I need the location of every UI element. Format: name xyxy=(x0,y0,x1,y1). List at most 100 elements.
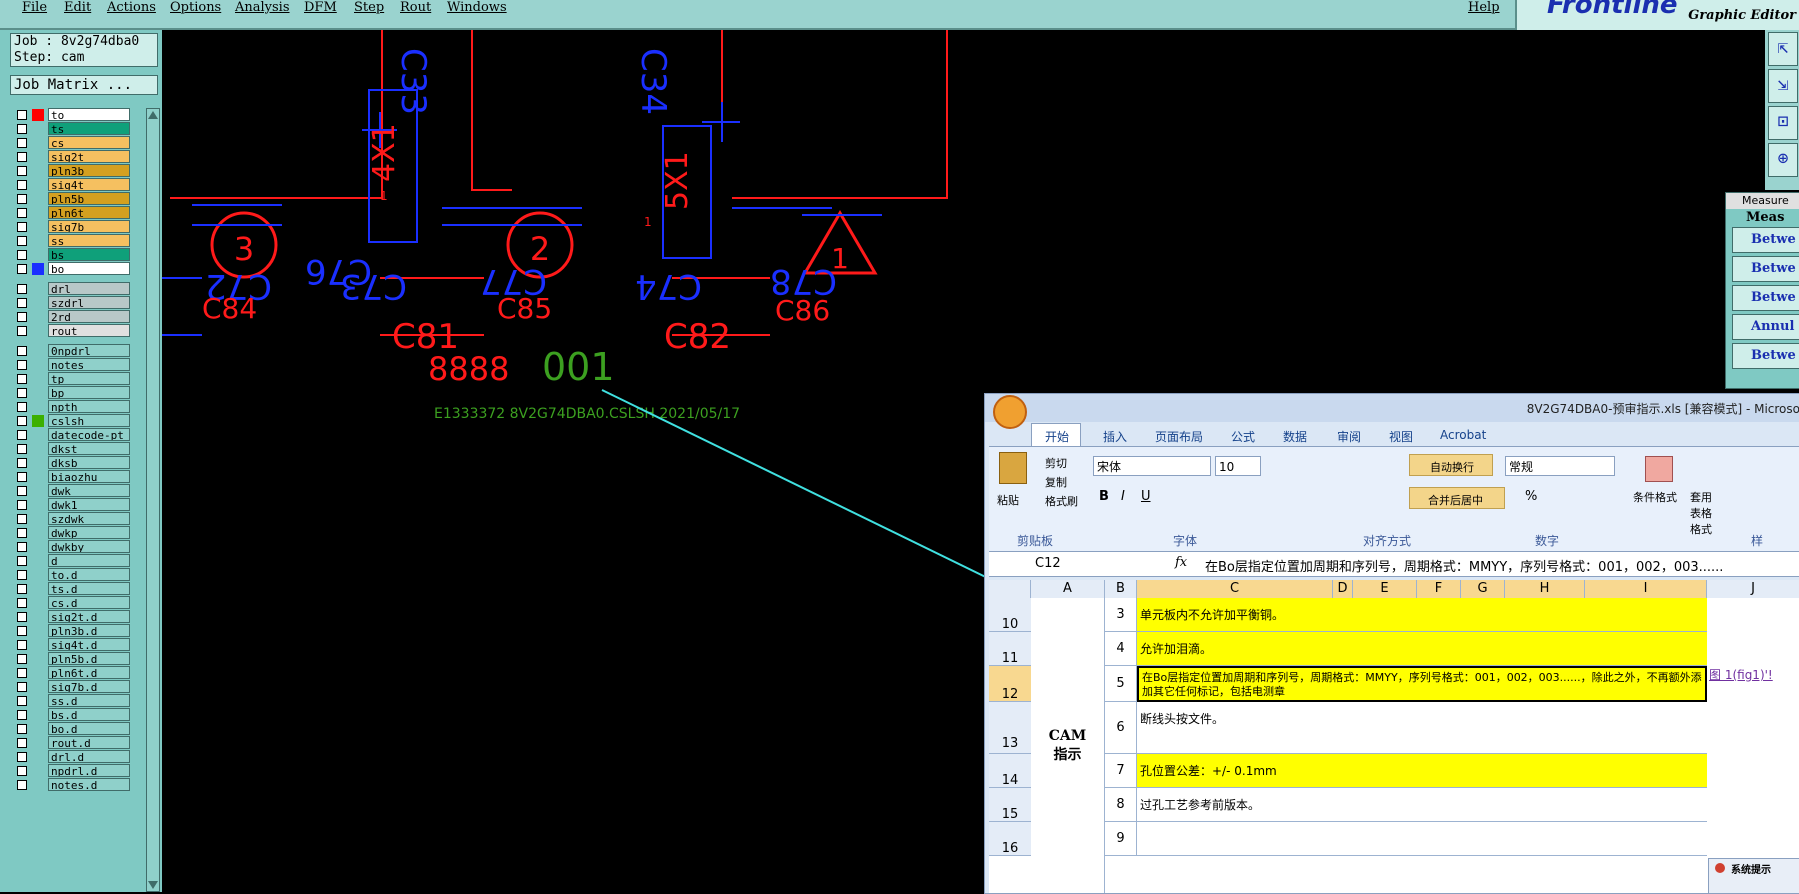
layer-row[interactable]: dksb xyxy=(14,456,132,470)
layer-row[interactable]: drl xyxy=(14,282,132,296)
layer-color-swatch[interactable] xyxy=(32,485,44,497)
instruction-cell[interactable]: 单元板内不允许加平衡铜。 xyxy=(1137,598,1707,632)
table-format-label[interactable]: 套用表格格式 xyxy=(1690,489,1714,537)
italic-icon[interactable]: I xyxy=(1121,489,1125,504)
item-number-cell[interactable]: 9 xyxy=(1105,822,1137,856)
menu-dfm[interactable]: DFM xyxy=(304,0,337,15)
layer-checkbox[interactable] xyxy=(17,284,27,294)
layer-color-swatch[interactable] xyxy=(32,471,44,483)
select-all[interactable] xyxy=(989,580,1031,598)
row-header[interactable]: 16 xyxy=(989,822,1031,856)
layer-name[interactable]: pln3b.d xyxy=(48,624,130,637)
layer-color-swatch[interactable] xyxy=(32,765,44,777)
layer-checkbox[interactable] xyxy=(17,416,27,426)
layer-color-swatch[interactable] xyxy=(32,387,44,399)
layer-row[interactable]: dwk xyxy=(14,484,132,498)
menu-help[interactable]: Help xyxy=(1468,0,1500,15)
conditional-format-label[interactable]: 条件格式 xyxy=(1633,489,1677,505)
layer-name[interactable]: tp xyxy=(48,372,130,385)
layer-scrollbar[interactable] xyxy=(146,108,160,892)
layer-color-swatch[interactable] xyxy=(32,611,44,623)
layer-name[interactable]: sig4t.d xyxy=(48,638,130,651)
layer-color-swatch[interactable] xyxy=(32,499,44,511)
layer-row[interactable]: bs xyxy=(14,248,132,262)
layer-name[interactable]: d xyxy=(48,554,130,567)
layer-row[interactable]: pln6t xyxy=(14,206,132,220)
layer-checkbox[interactable] xyxy=(17,752,27,762)
layer-color-swatch[interactable] xyxy=(32,401,44,413)
layer-color-swatch[interactable] xyxy=(32,297,44,309)
scroll-up-icon[interactable] xyxy=(148,111,158,119)
fx-icon[interactable]: fx xyxy=(1175,555,1187,570)
layer-name[interactable]: pln5b.d xyxy=(48,652,130,665)
measure-annular[interactable]: Annul xyxy=(1732,314,1799,340)
row-header[interactable]: 10 xyxy=(989,598,1031,632)
layer-name[interactable]: ss.d xyxy=(48,694,130,707)
layer-color-swatch[interactable] xyxy=(32,263,44,275)
menu-actions[interactable]: Actions xyxy=(107,0,156,15)
layer-row[interactable]: dwkp xyxy=(14,526,132,540)
layer-row[interactable]: pln3b.d xyxy=(14,624,132,638)
layer-name[interactable]: bs xyxy=(48,248,130,261)
layer-row[interactable]: pln5b.d xyxy=(14,652,132,666)
col-header-f[interactable]: F xyxy=(1417,580,1461,598)
layer-color-swatch[interactable] xyxy=(32,569,44,581)
layer-row[interactable]: npth xyxy=(14,400,132,414)
item-number-cell[interactable]: 3 xyxy=(1105,598,1137,632)
layer-checkbox[interactable] xyxy=(17,388,27,398)
layer-row[interactable]: drl.d xyxy=(14,750,132,764)
layer-name[interactable]: pln5b xyxy=(48,192,130,205)
item-number-cell[interactable]: 7 xyxy=(1105,754,1137,788)
layer-checkbox[interactable] xyxy=(17,264,27,274)
layer-color-swatch[interactable] xyxy=(32,513,44,525)
layer-name[interactable]: sig2t xyxy=(48,150,130,163)
item-number-cell[interactable]: 4 xyxy=(1105,632,1137,666)
layer-color-swatch[interactable] xyxy=(32,137,44,149)
tab-view[interactable]: 视图 xyxy=(1389,428,1413,445)
layer-name[interactable]: pln6t.d xyxy=(48,666,130,679)
layer-row[interactable]: dkst xyxy=(14,442,132,456)
layer-checkbox[interactable] xyxy=(17,556,27,566)
layer-checkbox[interactable] xyxy=(17,124,27,134)
layer-color-swatch[interactable] xyxy=(32,639,44,651)
layer-color-swatch[interactable] xyxy=(32,359,44,371)
layer-name[interactable]: drl.d xyxy=(48,750,130,763)
layer-row[interactable]: to xyxy=(14,108,132,122)
layer-color-swatch[interactable] xyxy=(32,165,44,177)
menu-rout[interactable]: Rout xyxy=(400,0,431,15)
tool-export-icon[interactable]: ⇱ xyxy=(1768,32,1798,66)
measure-between-1[interactable]: Betwe xyxy=(1732,227,1799,253)
layer-checkbox[interactable] xyxy=(17,458,27,468)
layer-color-swatch[interactable] xyxy=(32,221,44,233)
underline-icon[interactable]: U xyxy=(1141,489,1151,504)
layer-checkbox[interactable] xyxy=(17,312,27,322)
layer-name[interactable]: notes xyxy=(48,358,130,371)
instruction-cell[interactable]: 允许加泪滴。 xyxy=(1137,632,1707,666)
conditional-format-icon[interactable] xyxy=(1645,456,1673,482)
instruction-cell[interactable] xyxy=(1137,822,1707,856)
layer-color-swatch[interactable] xyxy=(32,325,44,337)
item-number-cell[interactable]: 8 xyxy=(1105,788,1137,822)
layer-checkbox[interactable] xyxy=(17,152,27,162)
layer-row[interactable]: bo.d xyxy=(14,722,132,736)
layer-name[interactable]: bo xyxy=(48,262,130,275)
tab-review[interactable]: 审阅 xyxy=(1337,428,1361,445)
layer-color-swatch[interactable] xyxy=(32,415,44,427)
layer-row[interactable]: biaozhu xyxy=(14,470,132,484)
layer-checkbox[interactable] xyxy=(17,486,27,496)
layer-name[interactable]: bp xyxy=(48,386,130,399)
layer-checkbox[interactable] xyxy=(17,222,27,232)
layer-color-swatch[interactable] xyxy=(32,653,44,665)
layer-checkbox[interactable] xyxy=(17,710,27,720)
layer-row[interactable]: ss xyxy=(14,234,132,248)
tab-insert[interactable]: 插入 xyxy=(1103,428,1127,445)
bold-icon[interactable]: B xyxy=(1099,489,1109,504)
row-header[interactable]: 15 xyxy=(989,788,1031,822)
layer-row[interactable]: sig7b xyxy=(14,220,132,234)
layer-name[interactable]: dwk1 xyxy=(48,498,130,511)
layer-name[interactable]: sig4t xyxy=(48,178,130,191)
layer-row[interactable]: pln6t.d xyxy=(14,666,132,680)
layer-row[interactable]: dwkby xyxy=(14,540,132,554)
tab-home[interactable]: 开始 xyxy=(1045,428,1069,445)
layer-checkbox[interactable] xyxy=(17,668,27,678)
